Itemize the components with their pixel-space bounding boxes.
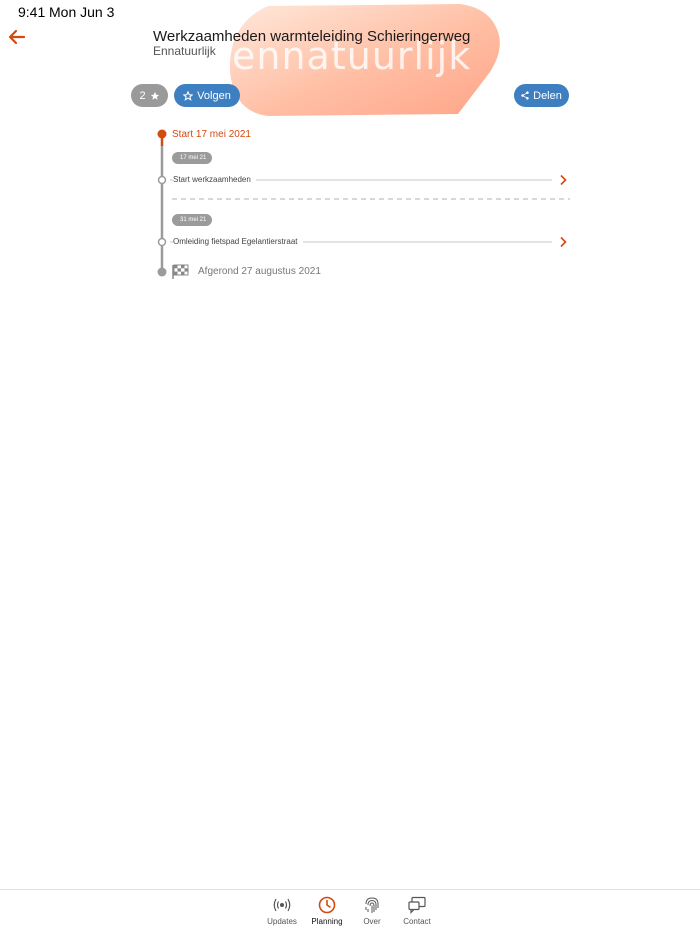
timeline-item-label[interactable]: Omleiding fietspad Egelantierstraat (173, 237, 303, 246)
broadcast-icon (273, 898, 291, 912)
tab-label: Updates (267, 917, 297, 926)
chat-icon (408, 896, 426, 914)
tab-label: Planning (311, 917, 343, 926)
star-icon (150, 91, 159, 100)
timeline-start-label: Start 17 mei 2021 (172, 129, 251, 140)
clock-icon (318, 896, 336, 914)
tab-over[interactable]: Over (347, 896, 397, 926)
fingerprint-icon (365, 897, 379, 913)
share-button[interactable]: Delen (514, 84, 569, 107)
tab-label: Contact (403, 917, 431, 926)
chevron-right-icon[interactable] (558, 174, 568, 186)
timeline-date-tag: 17 mei 21 (172, 152, 213, 164)
status-date: Mon Jun 3 (49, 4, 115, 20)
follow-button[interactable]: Volgen (174, 84, 240, 107)
finish-flag-icon (172, 264, 189, 279)
star-outline-icon (183, 90, 194, 101)
timeline-graphic (157, 129, 570, 277)
tab-contact[interactable]: Contact (392, 896, 442, 926)
chevron-right-icon[interactable] (558, 236, 568, 248)
tab-label: Over (363, 917, 381, 926)
tab-planning[interactable]: Planning (302, 896, 352, 926)
share-icon (521, 91, 529, 100)
back-arrow-icon[interactable] (6, 26, 28, 48)
share-label: Delen (533, 89, 562, 102)
timeline-date-tag: 31 mei 21 (172, 214, 213, 226)
tab-bar: Updates Planning Over Contact (0, 889, 700, 934)
followers-count: 2 (139, 89, 146, 102)
status-time: 9:41 (18, 4, 46, 20)
page-title: Werkzaamheden warmteleiding Schieringerw… (153, 28, 471, 45)
page-subtitle: Ennatuurlijk (153, 44, 216, 58)
timeline-finish-label: Afgerond 27 augustus 2021 (198, 266, 321, 277)
tab-updates[interactable]: Updates (257, 896, 307, 926)
followers-badge: 2 (131, 84, 168, 107)
timeline-item-label[interactable]: Start werkzaamheden (173, 175, 256, 184)
follow-label: Volgen (197, 89, 231, 102)
